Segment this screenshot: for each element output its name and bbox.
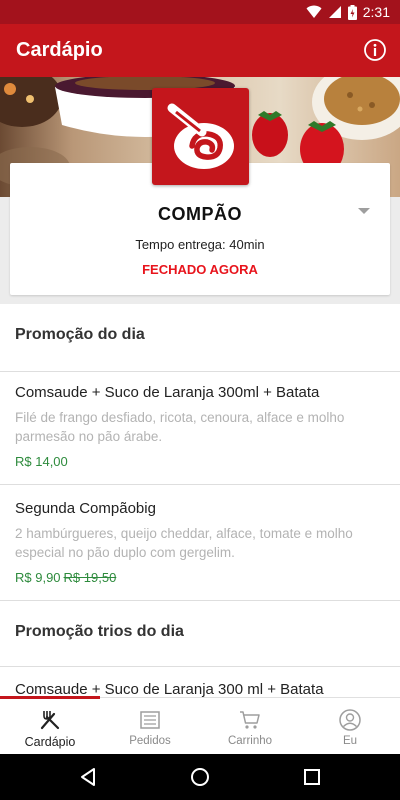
menu-list[interactable]: Promoção do dia Comsaude + Suco de Laran… — [0, 304, 400, 697]
store-logo — [152, 88, 249, 185]
item-price: R$ 9,90 R$ 19,50 — [15, 570, 116, 585]
divider — [0, 666, 400, 667]
tab-eu[interactable]: Eu — [300, 698, 400, 755]
back-icon[interactable] — [76, 765, 100, 789]
delivery-time: Tempo entrega: 40min — [135, 237, 265, 252]
tab-cardapio[interactable]: Cardápio — [0, 698, 100, 755]
app-bar: Cardápio — [0, 24, 400, 77]
clock: 2:31 — [362, 4, 390, 20]
section-title: Promoção trios do dia — [15, 623, 184, 640]
item-price: R$ 14,00 — [15, 454, 68, 469]
item-description: 2 hambúrgueres, queijo cheddar, alface, … — [15, 526, 353, 560]
home-icon[interactable] — [188, 765, 212, 789]
user-icon — [339, 709, 361, 731]
fork-knife-icon — [40, 711, 60, 730]
status-badge: FECHADO AGORA — [142, 262, 258, 277]
page-title: Cardápio — [16, 39, 103, 61]
system-nav-bar — [0, 754, 400, 800]
info-icon[interactable] — [362, 37, 388, 63]
bottom-nav: Cardápio Pedidos Carrinho Eu — [0, 696, 400, 755]
app-screen: 2:31 Cardápio COMPÃO Tempo entrega: 40mi… — [0, 0, 400, 800]
list-item[interactable]: Comsaude + Suco de Laranja 300ml + Batat… — [0, 384, 400, 484]
item-name: Segunda Compãobig — [15, 500, 156, 517]
divider — [0, 371, 400, 372]
tab-label: Eu — [342, 735, 358, 747]
status-icons: 2:31 — [306, 3, 390, 21]
item-old-price: R$ 19,50 — [63, 570, 117, 585]
item-description: Filé de frango desfiado, ricota, cenoura… — [15, 410, 345, 444]
item-name: Comsaude + Suco de Laranja 300 ml + Bata… — [15, 681, 324, 697]
store-name: COMPÃO — [158, 204, 242, 224]
list-icon — [140, 711, 160, 729]
tab-label: Cardápio — [24, 735, 76, 749]
chevron-down-icon[interactable] — [358, 208, 370, 214]
tab-label: Pedidos — [129, 735, 171, 747]
signal-icon — [328, 6, 341, 18]
item-price-value: R$ 14,00 — [15, 454, 68, 469]
section-header: Promoção trios do dia — [0, 601, 400, 667]
tab-carrinho[interactable]: Carrinho — [200, 698, 300, 755]
status-bar: 2:31 — [0, 0, 400, 24]
section-title: Promoção do dia — [15, 326, 145, 343]
list-item[interactable]: Segunda Compãobig 2 hambúrgueres, queijo… — [0, 500, 400, 600]
item-price-value: R$ 9,90 — [15, 570, 61, 585]
cart-icon — [240, 711, 260, 729]
tab-pedidos[interactable]: Pedidos — [100, 698, 200, 755]
item-name: Comsaude + Suco de Laranja 300ml + Batat… — [15, 384, 320, 401]
list-item[interactable]: Comsaude + Suco de Laranja 300 ml + Bata… — [0, 681, 400, 697]
wifi-icon — [306, 5, 322, 18]
spiral-logo-icon — [167, 103, 234, 169]
recents-icon[interactable] — [300, 765, 324, 789]
tab-label: Carrinho — [227, 735, 273, 747]
section-header: Promoção do dia — [0, 304, 400, 372]
divider — [0, 484, 400, 485]
battery-icon — [347, 4, 357, 20]
